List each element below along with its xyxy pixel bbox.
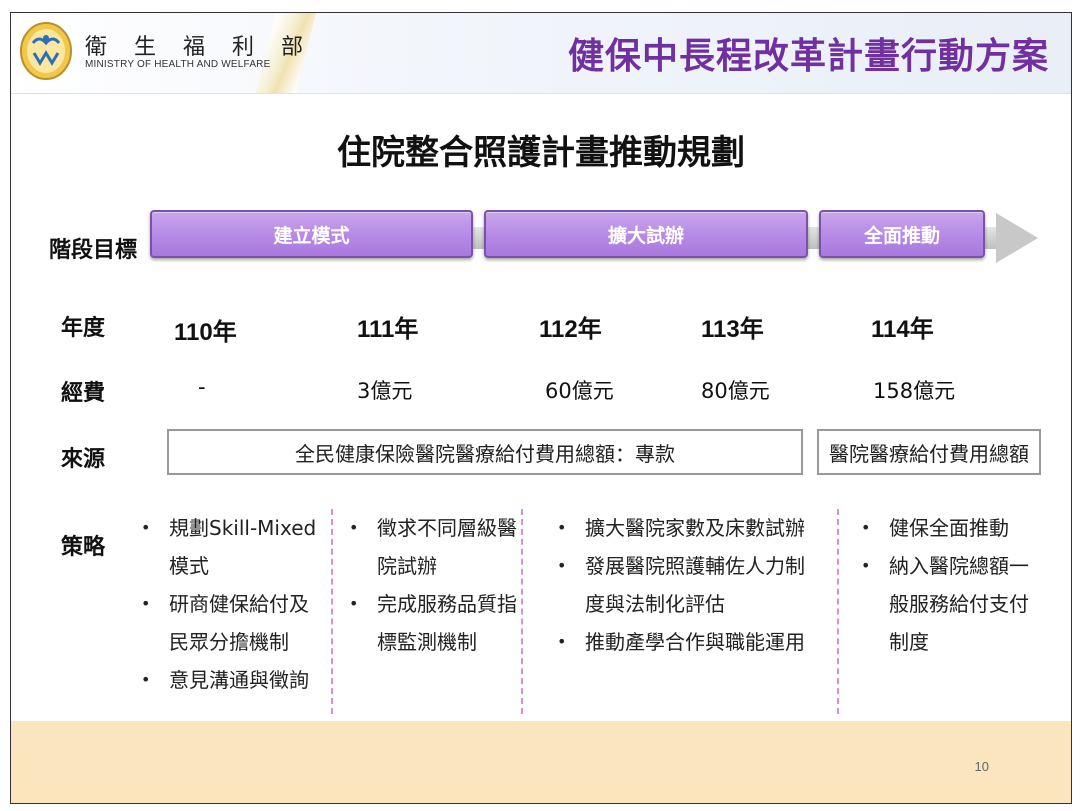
source-special-fund: 全民健康保險醫院醫療給付費用總額：專款 bbox=[167, 429, 803, 475]
budget-113: 80億元 bbox=[701, 379, 770, 403]
row-label-year: 年度 bbox=[61, 316, 106, 341]
strategy-item: 納入醫院總額一般服務給付支付制度 bbox=[861, 547, 1031, 661]
page-number: 10 bbox=[974, 759, 989, 774]
stage-expand-pilot: 擴大試辦 bbox=[484, 210, 808, 258]
page-title: 住院整合照護計畫推動規劃 bbox=[337, 133, 745, 173]
budget-114: 158億元 bbox=[873, 379, 956, 403]
timeline-arrow-head-icon bbox=[996, 213, 1038, 263]
strategy-item: 意見溝通與徵詢 bbox=[141, 661, 321, 699]
year-113: 113年 bbox=[701, 316, 764, 343]
stage-build-model: 建立模式 bbox=[150, 210, 473, 258]
strategy-item: 規劃Skill-Mixed模式 bbox=[141, 509, 321, 585]
slide-footer bbox=[11, 721, 1071, 803]
strategy-divider bbox=[331, 509, 333, 714]
row-label-budget: 經費 bbox=[61, 381, 106, 406]
strategy-item: 研商健保給付及民眾分擔機制 bbox=[141, 585, 321, 661]
budget-110: - bbox=[198, 375, 206, 399]
strategy-column-110: 規劃Skill-Mixed模式 研商健保給付及民眾分擔機制 意見溝通與徵詢 bbox=[141, 509, 321, 699]
strategy-divider bbox=[837, 509, 839, 714]
strategy-item: 發展醫院照護輔佐人力制度與法制化評估 bbox=[557, 547, 807, 623]
year-112: 112年 bbox=[539, 316, 602, 343]
strategy-divider bbox=[521, 509, 523, 714]
strategy-column-114: 健保全面推動 納入醫院總額一般服務給付支付制度 bbox=[861, 509, 1031, 661]
strategy-item: 推動產學合作與職能運用 bbox=[557, 623, 807, 661]
year-110: 110年 bbox=[174, 319, 237, 346]
budget-111: 3億元 bbox=[357, 379, 413, 403]
strategy-column-112-113: 擴大醫院家數及床數試辦 發展醫院照護輔佐人力制度與法制化評估 推動產學合作與職能… bbox=[557, 509, 807, 661]
strategy-item: 完成服務品質指標監測機制 bbox=[349, 585, 519, 661]
row-label-stage: 階段目標 bbox=[49, 238, 138, 263]
year-111: 111年 bbox=[357, 316, 419, 343]
org-name-english: MINISTRY OF HEALTH AND WELFARE bbox=[85, 59, 271, 70]
source-hospital-global-budget: 醫院醫療給付費用總額 bbox=[817, 429, 1041, 475]
strategy-item: 健保全面推動 bbox=[861, 509, 1031, 547]
org-name-chinese: 衛 生 福 利 部 bbox=[85, 35, 313, 60]
ministry-logo-icon bbox=[20, 22, 72, 80]
slide-header: 衛 生 福 利 部 MINISTRY OF HEALTH AND WELFARE… bbox=[11, 13, 1071, 94]
strategy-item: 徵求不同層級醫院試辦 bbox=[349, 509, 519, 585]
row-label-strategy: 策略 bbox=[61, 535, 106, 560]
year-114: 114年 bbox=[871, 316, 934, 343]
strategy-item: 擴大醫院家數及床數試辦 bbox=[557, 509, 807, 547]
stage-full-rollout: 全面推動 bbox=[819, 210, 985, 258]
row-label-source: 來源 bbox=[61, 447, 106, 472]
strategy-column-111: 徵求不同層級醫院試辦 完成服務品質指標監測機制 bbox=[349, 509, 519, 661]
budget-112: 60億元 bbox=[545, 379, 614, 403]
deck-title: 健保中長程改革計畫行動方案 bbox=[567, 36, 1049, 77]
slide: 衛 生 福 利 部 MINISTRY OF HEALTH AND WELFARE… bbox=[10, 12, 1072, 804]
